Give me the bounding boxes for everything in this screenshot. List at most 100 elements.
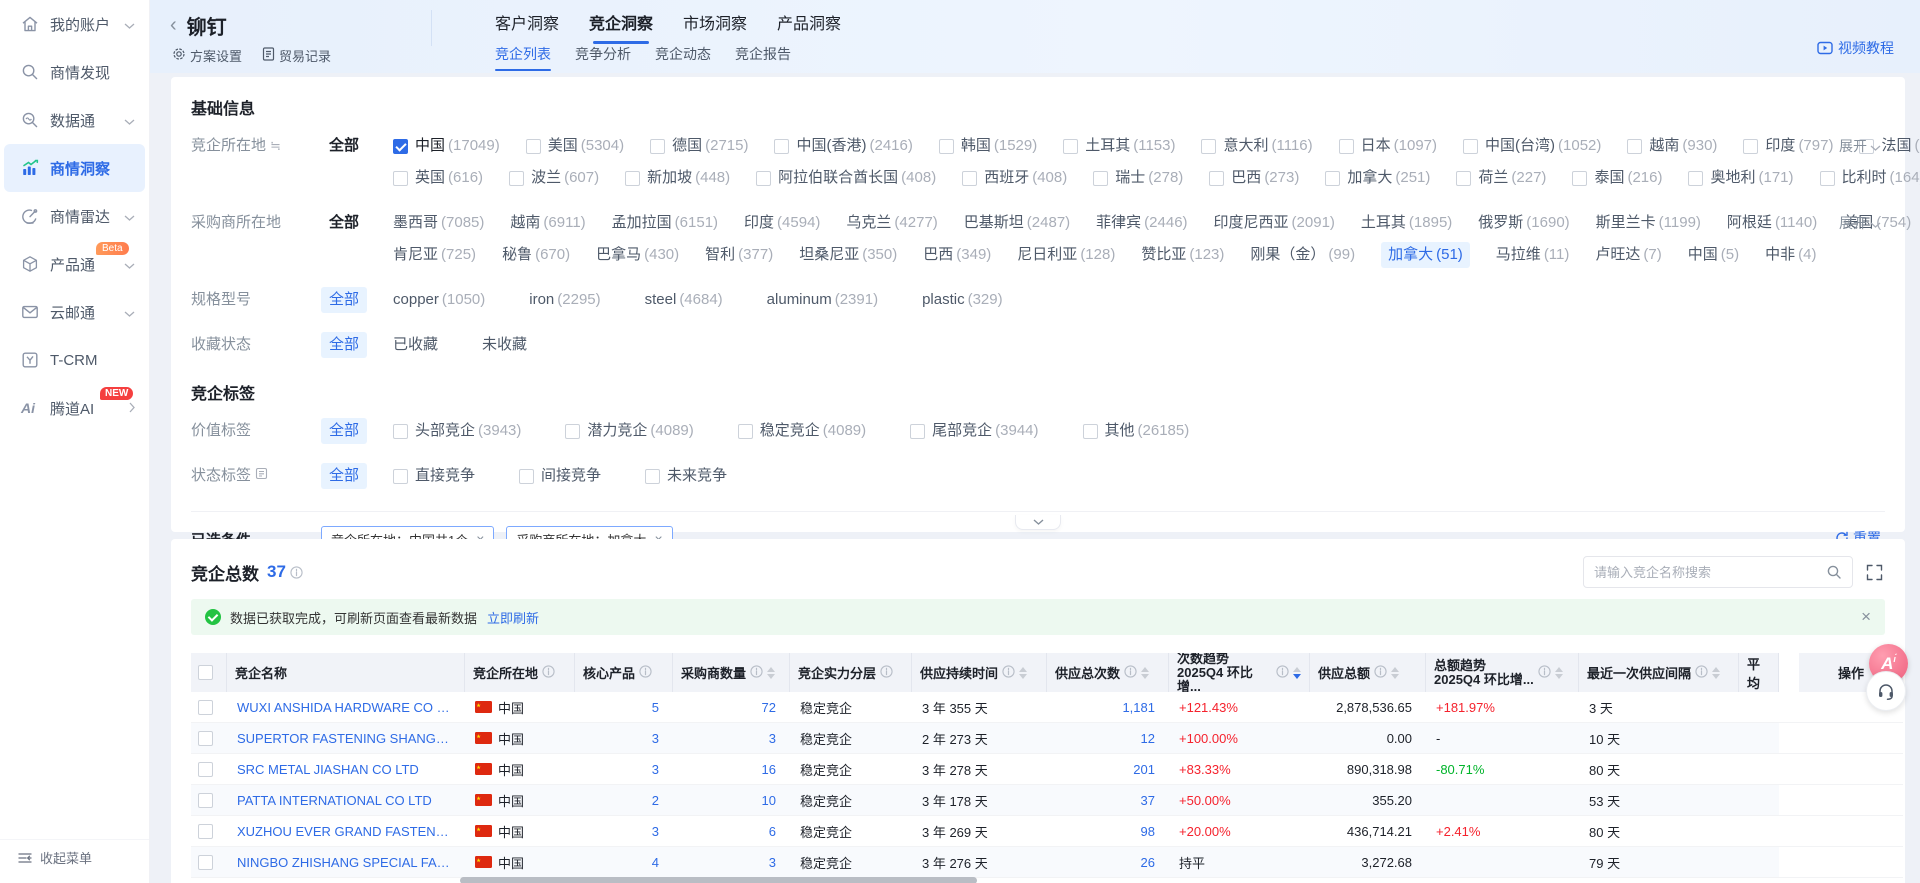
- checkbox[interactable]: [756, 171, 771, 186]
- checkbox[interactable]: [1463, 139, 1478, 154]
- column-header-interval[interactable]: 最近一次供应间隔: [1579, 653, 1739, 692]
- filter-option[interactable]: 英国(616): [393, 165, 483, 191]
- count-link[interactable]: 10: [762, 793, 776, 808]
- info-icon[interactable]: [1002, 665, 1015, 681]
- row-checkbox[interactable]: [198, 793, 213, 808]
- filter-option[interactable]: 坦桑尼亚(350): [799, 242, 897, 268]
- sidebar-item-商情雷达[interactable]: 商情雷达: [4, 192, 145, 240]
- expand-link[interactable]: 展开: [1839, 210, 1881, 236]
- filter-option[interactable]: 秘鲁(670): [502, 242, 570, 268]
- filter-option[interactable]: 乌克兰(4277): [846, 210, 937, 236]
- info-icon[interactable]: [1374, 665, 1387, 681]
- filter-option[interactable]: 中国(17049): [393, 133, 500, 159]
- info-icon[interactable]: [1538, 665, 1551, 681]
- sidebar-item-产品通[interactable]: 产品通Beta: [4, 240, 145, 288]
- collapse-menu-button[interactable]: 收起菜单: [0, 839, 149, 875]
- subtab-竞争分析[interactable]: 竞争分析: [575, 44, 631, 75]
- sidebar-item-商情发现[interactable]: 商情发现: [4, 48, 145, 96]
- count-link[interactable]: 3: [652, 731, 659, 746]
- checkbox[interactable]: [1325, 171, 1340, 186]
- video-tutorial-link[interactable]: 视频教程: [1817, 38, 1894, 58]
- filter-option[interactable]: 印度(4594): [744, 210, 820, 236]
- company-search-input[interactable]: [1594, 565, 1826, 580]
- tab-客户洞察[interactable]: 客户洞察: [495, 10, 559, 44]
- filter-option[interactable]: 韩国(1529): [939, 133, 1037, 159]
- filter-option[interactable]: 卢旺达(7): [1595, 242, 1661, 268]
- subtab-竞企列表[interactable]: 竞企列表: [495, 44, 551, 75]
- filter-option[interactable]: 未收藏: [482, 332, 527, 358]
- filter-option[interactable]: 间接竞争: [519, 463, 601, 489]
- filter-option[interactable]: 荷兰(227): [1456, 165, 1546, 191]
- count-link[interactable]: 1,181: [1122, 700, 1155, 715]
- sort-icon[interactable]: [1555, 667, 1563, 679]
- checkbox[interactable]: [1456, 171, 1471, 186]
- filter-option[interactable]: 肯尼亚(725): [393, 242, 476, 268]
- checkbox[interactable]: [519, 469, 534, 484]
- company-link[interactable]: PATTA INTERNATIONAL CO LTD: [237, 793, 432, 808]
- checkbox[interactable]: [1743, 139, 1758, 154]
- filter-all-option[interactable]: 全部: [321, 463, 367, 489]
- filter-option[interactable]: 土耳其(1895): [1361, 210, 1452, 236]
- info-icon[interactable]: [639, 665, 652, 681]
- filter-option[interactable]: 马拉维(11): [1496, 242, 1570, 268]
- count-link[interactable]: 26: [1141, 855, 1155, 870]
- count-link[interactable]: 72: [762, 700, 776, 715]
- filter-option[interactable]: 巴基斯坦(2487): [964, 210, 1070, 236]
- checkbox[interactable]: [1339, 139, 1354, 154]
- checkbox[interactable]: [1093, 171, 1108, 186]
- count-link[interactable]: 4: [652, 855, 659, 870]
- filter-option[interactable]: 菲律宾(2446): [1096, 210, 1187, 236]
- collapse-filters-button[interactable]: [1015, 515, 1061, 530]
- back-icon[interactable]: ‹: [170, 14, 177, 37]
- filter-option[interactable]: 头部竞企(3943): [393, 418, 521, 444]
- filter-option[interactable]: aluminum(2391): [767, 287, 878, 313]
- info-icon[interactable]: [880, 665, 893, 681]
- column-header-location[interactable]: 竞企所在地: [465, 653, 575, 692]
- filter-option[interactable]: 波兰(607): [509, 165, 599, 191]
- filter-all-option[interactable]: 全部: [321, 418, 367, 444]
- filter-option[interactable]: 西班牙(408): [962, 165, 1067, 191]
- checkbox[interactable]: [1083, 424, 1098, 439]
- filter-option[interactable]: 稳定竞企(4089): [738, 418, 866, 444]
- company-link[interactable]: SRC METAL JIASHAN CO LTD: [237, 762, 419, 777]
- filter-option[interactable]: 巴拿马(430): [596, 242, 679, 268]
- filter-option[interactable]: 俄罗斯(1690): [1478, 210, 1569, 236]
- filter-option[interactable]: 阿拉伯联合酋长国(408): [756, 165, 936, 191]
- filter-option[interactable]: 直接竞争: [393, 463, 475, 489]
- row-checkbox[interactable]: [198, 762, 213, 777]
- filter-option[interactable]: 比利时(164): [1820, 165, 1920, 191]
- sidebar-item-T-CRM[interactable]: T-CRM: [4, 336, 145, 384]
- sort-icon[interactable]: [1391, 667, 1399, 679]
- sidebar-item-数据通[interactable]: 数据通: [4, 96, 145, 144]
- filter-option[interactable]: 德国(2715): [650, 133, 748, 159]
- search-icon[interactable]: [1826, 564, 1842, 580]
- filter-option[interactable]: 印度尼西亚(2091): [1214, 210, 1335, 236]
- filter-option[interactable]: 中国(5): [1688, 242, 1739, 268]
- sort-icon[interactable]: [1712, 667, 1720, 679]
- subtab-竞企动态[interactable]: 竞企动态: [655, 44, 711, 75]
- checkbox[interactable]: [910, 424, 925, 439]
- checkbox[interactable]: [393, 139, 408, 154]
- checkbox[interactable]: [393, 469, 408, 484]
- column-header-times_trend[interactable]: 次数趋势2025Q4 环比增...: [1169, 653, 1310, 692]
- row-checkbox[interactable]: [198, 700, 213, 715]
- count-link[interactable]: 98: [1141, 824, 1155, 839]
- count-link[interactable]: 3: [652, 762, 659, 777]
- filter-option[interactable]: 瑞士(278): [1093, 165, 1183, 191]
- filter-option[interactable]: 美国(5304): [526, 133, 624, 159]
- filter-option[interactable]: steel(4684): [645, 287, 723, 313]
- count-link[interactable]: 6: [769, 824, 776, 839]
- tab-市场洞察[interactable]: 市场洞察: [683, 10, 747, 44]
- checkbox[interactable]: [526, 139, 541, 154]
- count-link[interactable]: 3: [652, 824, 659, 839]
- checkbox[interactable]: [1688, 171, 1703, 186]
- filter-option[interactable]: 已收藏: [393, 332, 438, 358]
- row-checkbox[interactable]: [198, 855, 213, 870]
- count-link[interactable]: 5: [652, 700, 659, 715]
- count-link[interactable]: 12: [1141, 731, 1155, 746]
- filter-all-option[interactable]: 全部: [321, 332, 367, 358]
- header-action-贸易记录[interactable]: 贸易记录: [262, 46, 331, 65]
- tab-竞企洞察[interactable]: 竞企洞察: [589, 10, 653, 44]
- sort-icon[interactable]: [1293, 667, 1301, 679]
- sort-icon[interactable]: [767, 667, 775, 679]
